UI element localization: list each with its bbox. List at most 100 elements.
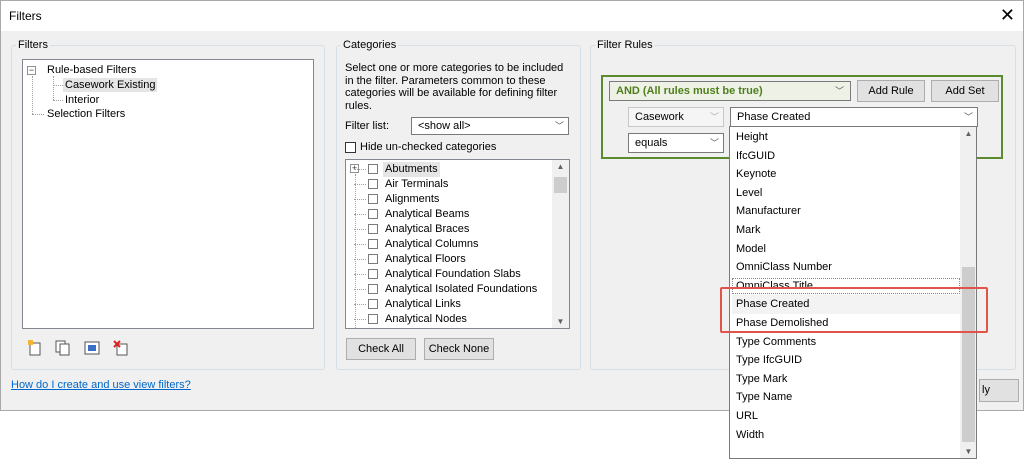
chevron-down-icon: ﹀ xyxy=(709,138,719,148)
collapse-icon[interactable]: − xyxy=(27,66,36,75)
category-item[interactable]: Analytical Isolated Foundations xyxy=(346,282,552,297)
chevron-down-icon: ﹀ xyxy=(709,112,719,122)
scroll-down-icon[interactable]: ▼ xyxy=(552,317,569,326)
category-label: Air Terminals xyxy=(385,178,449,190)
duplicate-filter-icon[interactable] xyxy=(55,340,71,356)
category-checkbox[interactable] xyxy=(368,269,378,279)
category-checkbox[interactable] xyxy=(368,164,378,174)
scroll-up-icon[interactable]: ▲ xyxy=(552,162,569,171)
parameter-option[interactable]: Type IfcGUID xyxy=(736,353,802,367)
title-bar: Filters ✕ xyxy=(1,1,1023,31)
rule-category-value: Casework xyxy=(635,111,684,123)
category-label: Analytical Links xyxy=(385,298,461,310)
category-checkbox[interactable] xyxy=(368,314,378,324)
category-label: Analytical Foundation Slabs xyxy=(385,268,521,280)
category-item[interactable]: Analytical Beams xyxy=(346,207,552,222)
category-checkbox[interactable] xyxy=(368,239,378,249)
delete-filter-icon[interactable] xyxy=(113,340,129,356)
category-label: Analytical Braces xyxy=(385,223,470,235)
apply-button[interactable]: ly xyxy=(979,379,1019,402)
category-item[interactable]: Abutments xyxy=(346,162,552,177)
tree-line xyxy=(53,85,63,86)
category-checkbox[interactable] xyxy=(368,299,378,309)
parameter-option[interactable]: IfcGUID xyxy=(736,149,775,163)
rule-category-dropdown[interactable]: Casework ﹀ xyxy=(628,107,724,127)
filter-list-dropdown[interactable]: <show all> ﹀ xyxy=(411,117,569,135)
rename-filter-icon[interactable] xyxy=(84,340,100,356)
parameter-option[interactable]: Mark xyxy=(736,223,760,237)
check-all-button[interactable]: Check All xyxy=(346,338,416,360)
tree-line xyxy=(53,76,54,100)
and-or-dropdown[interactable]: AND (All rules must be true) ﹀ xyxy=(609,81,851,101)
rule-operator-value: equals xyxy=(635,137,668,149)
new-filter-icon[interactable] xyxy=(27,340,43,356)
category-label: Alignments xyxy=(385,193,440,205)
parameter-option[interactable]: OmniClass Number xyxy=(736,260,832,274)
add-rule-button[interactable]: Add Rule xyxy=(857,80,925,102)
category-checkbox[interactable] xyxy=(368,224,378,234)
category-checkbox[interactable] xyxy=(368,284,378,294)
categories-list[interactable]: + Abutments Air Terminals Alignments Analyt… xyxy=(345,159,570,329)
tree-line xyxy=(354,229,366,230)
parameter-option[interactable]: Type Comments xyxy=(736,335,816,349)
category-item[interactable]: Air Terminals xyxy=(346,177,552,192)
tree-line xyxy=(354,199,366,200)
chevron-down-icon: ﹀ xyxy=(963,112,973,122)
category-label: Analytical Isolated Foundations xyxy=(385,283,538,295)
category-item[interactable]: Analytical Columns xyxy=(346,237,552,252)
parameter-option[interactable]: Level xyxy=(736,186,762,200)
category-item[interactable]: Analytical Floors xyxy=(346,252,552,267)
parameter-option[interactable]: Type Name xyxy=(736,390,792,404)
parameter-option[interactable]: Height xyxy=(736,130,768,144)
rule-operator-dropdown[interactable]: equals ﹀ xyxy=(628,133,724,153)
tree-line xyxy=(354,304,366,305)
rule-parameter-value: Phase Created xyxy=(737,111,811,123)
category-label: Abutments xyxy=(383,162,440,177)
scroll-down-icon[interactable]: ▼ xyxy=(960,447,976,456)
tree-line xyxy=(354,214,366,215)
parameter-option[interactable]: Keynote xyxy=(736,167,776,181)
tree-line xyxy=(53,100,63,101)
check-none-button[interactable]: Check None xyxy=(424,338,494,360)
tree-line xyxy=(354,274,366,275)
filters-group-legend: Filters xyxy=(16,39,50,52)
tree-line xyxy=(354,319,366,320)
category-checkbox[interactable] xyxy=(368,254,378,264)
category-item[interactable]: Alignments xyxy=(346,192,552,207)
category-checkbox[interactable] xyxy=(368,194,378,204)
category-item[interactable]: Analytical Links xyxy=(346,297,552,312)
parameter-option[interactable]: Model xyxy=(736,242,766,256)
help-link[interactable]: How do I create and use view filters? xyxy=(11,379,191,391)
category-item[interactable]: Analytical Braces xyxy=(346,222,552,237)
scroll-up-icon[interactable]: ▲ xyxy=(960,129,976,138)
close-icon[interactable]: ✕ xyxy=(1000,5,1015,25)
parameter-option[interactable]: URL xyxy=(736,409,758,423)
category-checkbox[interactable] xyxy=(368,209,378,219)
tree-item-casework-existing[interactable]: Casework Existing xyxy=(63,78,158,92)
tree-item-selection-filters[interactable]: Selection Filters xyxy=(47,107,125,121)
tree-item-rule-based-filters[interactable]: Rule-based Filters xyxy=(47,63,136,77)
tree-line xyxy=(354,184,366,185)
rule-parameter-dropdown[interactable]: Phase Created ﹀ xyxy=(730,107,978,127)
categories-scrollbar[interactable]: ▲ ▼ xyxy=(552,160,569,328)
tree-line xyxy=(32,114,44,115)
category-item[interactable]: Analytical Nodes xyxy=(346,312,552,327)
category-checkbox[interactable] xyxy=(368,179,378,189)
add-set-button[interactable]: Add Set xyxy=(931,80,999,102)
hide-unchecked-label: Hide un-checked categories xyxy=(360,141,497,153)
scroll-thumb[interactable] xyxy=(554,177,567,193)
category-label: Analytical Nodes xyxy=(385,313,467,325)
tree-line xyxy=(354,244,366,245)
filter-list-label: Filter list: xyxy=(345,120,389,132)
parameter-option[interactable]: Width xyxy=(736,428,764,442)
tree-item-interior[interactable]: Interior xyxy=(65,93,99,107)
tree-line xyxy=(354,169,366,170)
tree-line xyxy=(354,289,366,290)
category-item[interactable]: Analytical Foundation Slabs xyxy=(346,267,552,282)
hide-unchecked-checkbox[interactable] xyxy=(345,142,356,153)
parameter-option[interactable]: Type Mark xyxy=(736,372,787,386)
filter-rules-group-legend: Filter Rules xyxy=(595,39,655,52)
filters-tree[interactable]: − Rule-based Filters Casework Existing I… xyxy=(22,59,314,329)
category-label: Analytical Beams xyxy=(385,208,470,220)
parameter-option[interactable]: Manufacturer xyxy=(736,204,801,218)
